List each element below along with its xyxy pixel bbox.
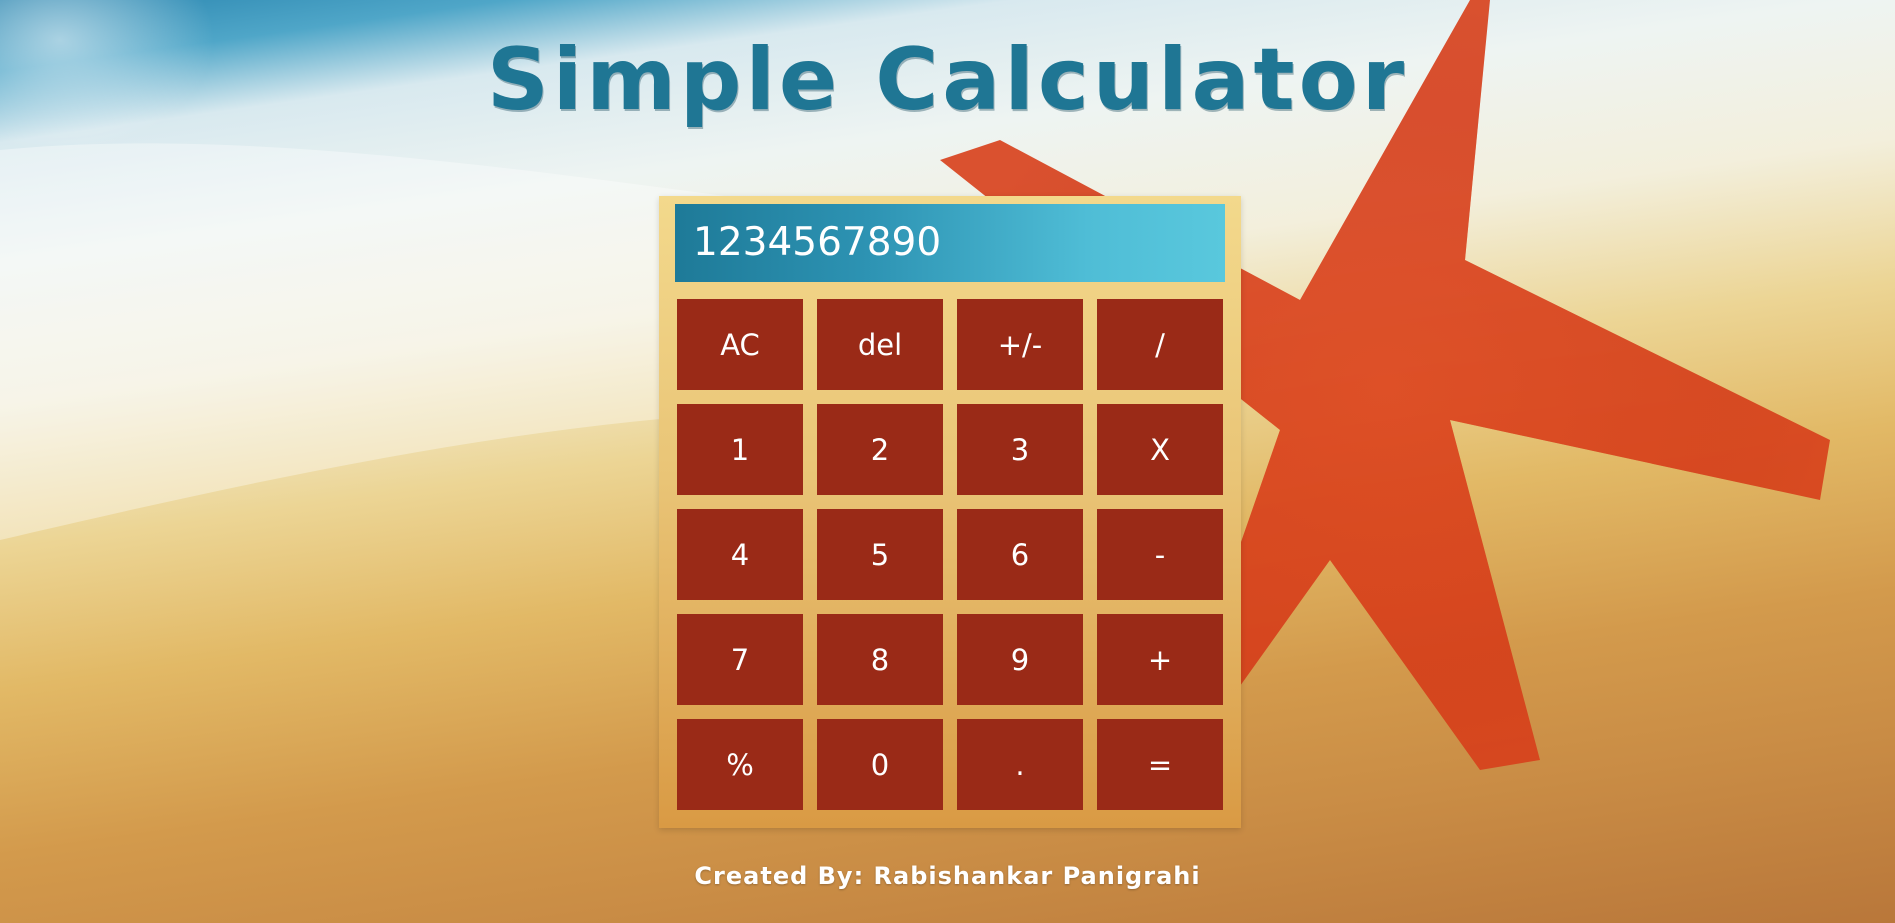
digit-8-button[interactable]: 8 (817, 614, 943, 705)
page-title: Simple Calculator (486, 30, 1409, 130)
digit-7-button[interactable]: 7 (677, 614, 803, 705)
digit-4-button[interactable]: 4 (677, 509, 803, 600)
calculator: 1234567890 AC del +/- / 1 2 3 X 4 5 6 - … (659, 196, 1241, 828)
keypad: AC del +/- / 1 2 3 X 4 5 6 - 7 8 9 + % 0… (677, 299, 1225, 810)
percent-button[interactable]: % (677, 719, 803, 810)
digit-2-button[interactable]: 2 (817, 404, 943, 495)
divide-button[interactable]: / (1097, 299, 1223, 390)
digit-3-button[interactable]: 3 (957, 404, 1083, 495)
calculator-display: 1234567890 (675, 204, 1225, 282)
author-credit: Created By: Rabishankar Panigrahi (694, 862, 1201, 890)
decimal-button[interactable]: . (957, 719, 1083, 810)
multiply-button[interactable]: X (1097, 404, 1223, 495)
digit-0-button[interactable]: 0 (817, 719, 943, 810)
digit-6-button[interactable]: 6 (957, 509, 1083, 600)
digit-9-button[interactable]: 9 (957, 614, 1083, 705)
all-clear-button[interactable]: AC (677, 299, 803, 390)
equals-button[interactable]: = (1097, 719, 1223, 810)
digit-1-button[interactable]: 1 (677, 404, 803, 495)
delete-button[interactable]: del (817, 299, 943, 390)
subtract-button[interactable]: - (1097, 509, 1223, 600)
sign-toggle-button[interactable]: +/- (957, 299, 1083, 390)
add-button[interactable]: + (1097, 614, 1223, 705)
digit-5-button[interactable]: 5 (817, 509, 943, 600)
